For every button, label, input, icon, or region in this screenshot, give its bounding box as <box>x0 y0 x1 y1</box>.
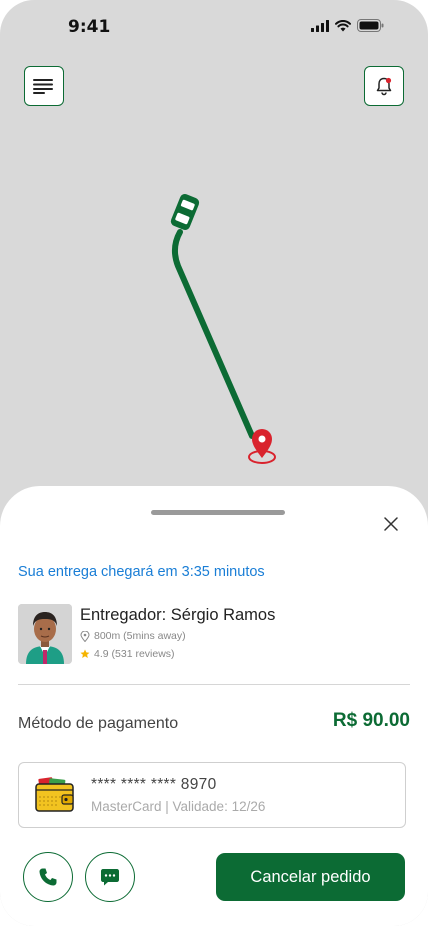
payment-amount: R$ 90.00 <box>332 710 410 731</box>
driver-avatar-image <box>18 604 72 664</box>
payment-method-label: Método de pagamento <box>18 715 179 732</box>
close-icon <box>384 517 398 531</box>
driver-name: Entregador: Sérgio Ramos <box>80 606 276 624</box>
star-icon <box>80 649 90 658</box>
status-icons <box>311 19 384 32</box>
call-button[interactable] <box>23 852 73 902</box>
rating-text: 4.9 (531 reviews) <box>94 648 175 660</box>
bell-icon <box>376 77 392 96</box>
payment-card[interactable]: **** **** **** 8970 MasterCard | Validad… <box>18 762 406 828</box>
drag-handle[interactable] <box>151 510 285 515</box>
route-line <box>172 229 255 439</box>
wifi-icon <box>335 19 351 31</box>
status-time: 9:41 <box>68 17 111 37</box>
eta-text: Sua entrega chegará em 3:35 minutos <box>18 564 265 580</box>
phone-icon <box>39 868 57 886</box>
location-icon <box>80 630 90 642</box>
menu-icon <box>33 79 53 94</box>
driver-info: Entregador: Sérgio Ramos 800m (5mins awa… <box>18 604 410 666</box>
car-icon <box>170 194 200 230</box>
signal-icon <box>311 19 329 32</box>
wallet-icon <box>35 777 74 812</box>
screen: 9:41 Sua entrega chegará em 3:35 minutos… <box>0 0 428 926</box>
card-details: MasterCard | Validade: 12/26 <box>91 799 266 814</box>
menu-button[interactable] <box>24 66 64 106</box>
distance-text: 800m (5mins away) <box>94 630 186 642</box>
close-button[interactable] <box>381 514 401 534</box>
battery-icon <box>357 19 384 32</box>
chat-button[interactable] <box>85 852 135 902</box>
order-sheet: Sua entrega chegará em 3:35 minutos Entr… <box>0 486 428 926</box>
driver-distance: 800m (5mins away) <box>80 630 186 642</box>
chat-icon <box>101 869 119 886</box>
notifications-button[interactable] <box>364 66 404 106</box>
avatar <box>18 604 72 664</box>
divider <box>18 684 410 685</box>
driver-rating: 4.9 (531 reviews) <box>80 648 175 660</box>
status-bar: 9:41 <box>0 0 428 54</box>
card-number: **** **** **** 8970 <box>91 776 217 793</box>
cancel-order-button[interactable]: Cancelar pedido <box>216 853 405 901</box>
